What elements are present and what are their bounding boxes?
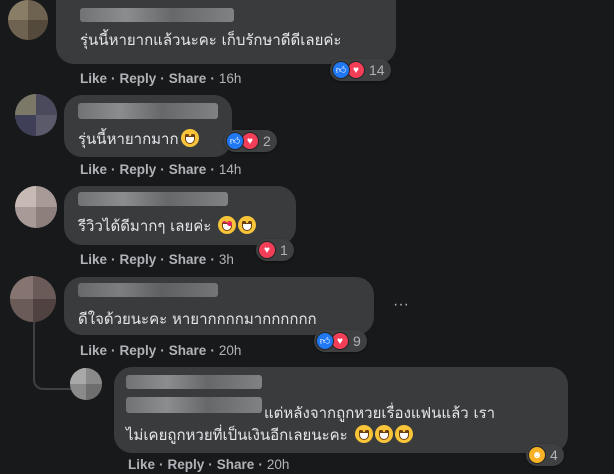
avatar[interactable] xyxy=(10,276,56,322)
comment-text: ดีใจด้วยนะคะ หายากกกกมากกกกกก xyxy=(78,310,317,328)
reaction-count: 14 xyxy=(369,62,385,78)
commenter-name-redacted[interactable] xyxy=(80,8,234,22)
reply-link[interactable]: Reply xyxy=(120,252,157,267)
reply-link[interactable]: Reply xyxy=(120,162,157,177)
comment-actions: Like · Reply · Share · 16h xyxy=(80,71,242,86)
reaction-summary[interactable]: ♥ 1 xyxy=(256,239,294,261)
reply-thread-connector xyxy=(33,322,73,390)
comment-text-line2: ไม่เคยถูกหวยที่เป็นเงินอีกเลยนะคะ xyxy=(126,423,413,447)
like-link[interactable]: Like xyxy=(80,343,107,358)
timestamp[interactable]: 16h xyxy=(219,71,242,86)
comment-actions: Like · Reply · Share · 14h xyxy=(80,162,242,177)
like-reaction-icon: 👍︎ xyxy=(332,61,350,79)
reply-link[interactable]: Reply xyxy=(120,343,157,358)
comment-bubble: รุ่นนี้หายากมาก xyxy=(64,95,232,157)
like-link[interactable]: Like xyxy=(80,71,107,86)
avatar[interactable] xyxy=(8,0,48,40)
share-link[interactable]: Share xyxy=(169,252,207,267)
laughing-tears-emoji xyxy=(394,425,413,443)
like-reaction-icon: 👍︎ xyxy=(226,132,244,150)
avatar[interactable] xyxy=(15,94,57,136)
comment-actions: Like · Reply · Share · 3h xyxy=(80,252,234,267)
share-link[interactable]: Share xyxy=(169,71,207,86)
share-link[interactable]: Share xyxy=(169,343,207,358)
more-options-icon[interactable]: ··· xyxy=(390,296,412,318)
laughing-tears-emoji xyxy=(374,425,393,443)
reaction-summary[interactable]: 👍︎ ♥ 9 xyxy=(314,330,367,352)
reaction-count: 2 xyxy=(263,133,271,149)
commenter-name-redacted[interactable] xyxy=(126,375,262,389)
comment-actions: Like · Reply · Share · 20h xyxy=(80,343,242,358)
reaction-count: 9 xyxy=(353,333,361,349)
like-link[interactable]: Like xyxy=(128,457,155,472)
reply-link[interactable]: Reply xyxy=(168,457,205,472)
timestamp[interactable]: 20h xyxy=(267,457,290,472)
like-link[interactable]: Like xyxy=(80,162,107,177)
grinning-sweat-emoji xyxy=(238,216,257,234)
like-reaction-icon: 👍︎ xyxy=(316,332,334,350)
comment-text: รุ่นนี้หายากมาก xyxy=(78,127,199,151)
love-reaction-icon: ♥ xyxy=(258,241,276,259)
reaction-summary[interactable]: 👍︎ ♥ 2 xyxy=(224,130,277,152)
mentioned-name-redacted[interactable] xyxy=(126,397,262,413)
haha-reaction-icon: ☻ xyxy=(528,446,546,464)
comment-bubble: แต่หลังจากถูกหวยเรื่องแฟนแล้ว เรา ไม่เคย… xyxy=(114,367,568,453)
reply-link[interactable]: Reply xyxy=(120,71,157,86)
comment-text: รีวิวได้ดีมากๆ เลยค่ะ xyxy=(78,214,257,238)
commenter-name-redacted[interactable] xyxy=(78,103,218,119)
laughing-tears-emoji xyxy=(354,425,373,443)
grinning-face-emoji xyxy=(180,129,199,147)
comment-text-line1: แต่หลังจากถูกหวยเรื่องแฟนแล้ว เรา xyxy=(264,404,496,422)
comment-text: รุ่นนี้หายากแล้วนะคะ เก็บรักษาดีดีเลยค่ะ xyxy=(80,31,342,49)
reaction-count: 1 xyxy=(280,242,288,258)
heart-eyes-emoji xyxy=(218,216,237,234)
timestamp[interactable]: 14h xyxy=(219,162,242,177)
share-link[interactable]: Share xyxy=(217,457,255,472)
share-link[interactable]: Share xyxy=(169,162,207,177)
comment-bubble: ดีใจด้วยนะคะ หายากกกกมากกกกกก xyxy=(64,277,374,335)
avatar[interactable] xyxy=(70,368,102,400)
timestamp[interactable]: 20h xyxy=(219,343,242,358)
avatar[interactable] xyxy=(15,186,57,228)
comment-actions: Like · Reply · Share · 20h xyxy=(128,457,290,472)
reaction-count: 4 xyxy=(550,447,558,463)
commenter-name-redacted[interactable] xyxy=(78,192,228,206)
timestamp[interactable]: 3h xyxy=(219,252,234,267)
like-link[interactable]: Like xyxy=(80,252,107,267)
comment-bubble: รีวิวได้ดีมากๆ เลยค่ะ xyxy=(64,186,296,245)
reaction-summary[interactable]: ☻ 4 xyxy=(526,444,564,466)
comment-bubble: รุ่นนี้หายากแล้วนะคะ เก็บรักษาดีดีเลยค่ะ xyxy=(56,0,396,64)
commenter-name-redacted[interactable] xyxy=(78,283,218,297)
reaction-summary[interactable]: 👍︎ ♥ 14 xyxy=(330,59,391,81)
